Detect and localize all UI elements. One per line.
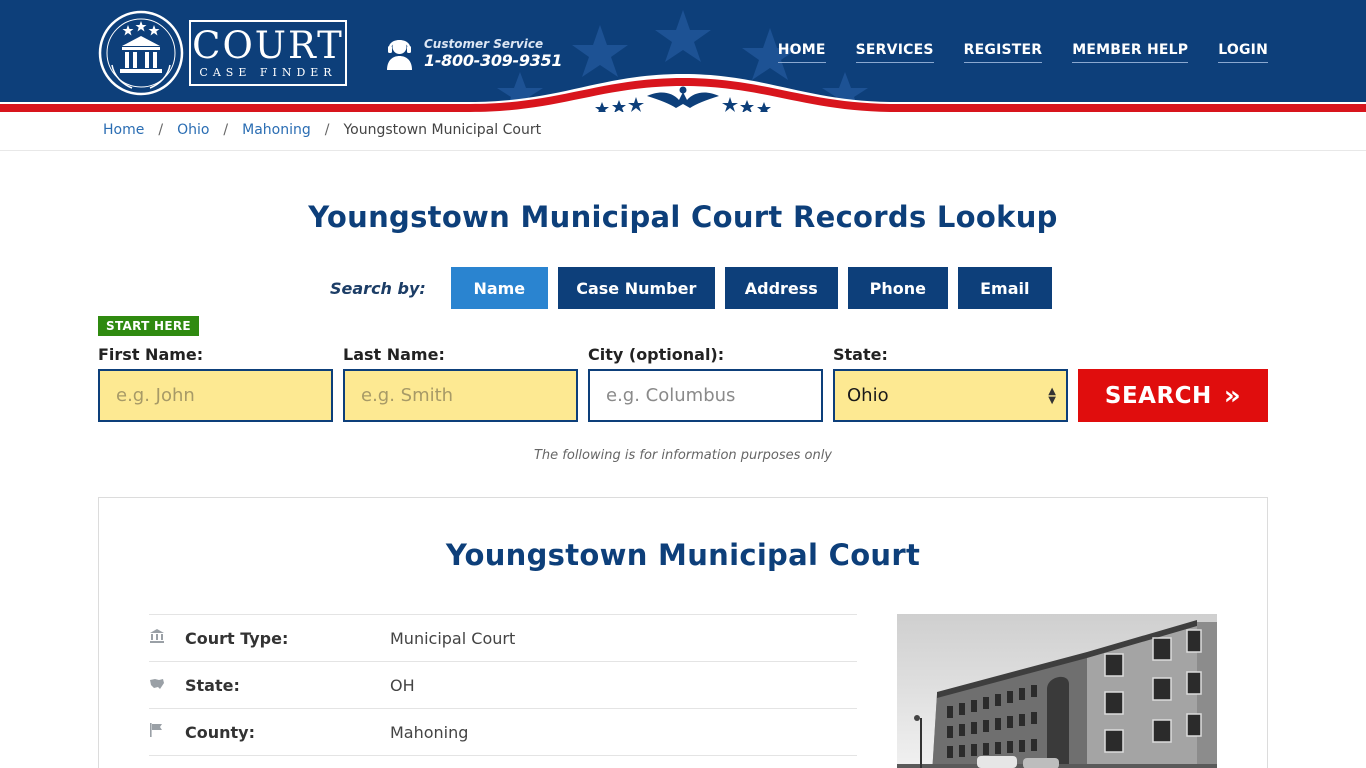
tab-address[interactable]: Address <box>724 267 838 309</box>
county-value: Mahoning <box>390 722 469 742</box>
details-bottom-divider <box>149 755 857 756</box>
logo-wordmark: COURT CASE FINDER <box>189 20 347 86</box>
logo-word: COURT <box>192 23 344 67</box>
state-label: State: <box>833 345 888 364</box>
courthouse-seal-icon <box>98 10 184 96</box>
breadcrumb-current: Youngstown Municipal Court <box>343 122 542 138</box>
information-note: The following is for information purpose… <box>533 448 833 463</box>
state-key: State: <box>185 675 240 695</box>
city-input[interactable]: e.g. Columbus <box>588 369 823 422</box>
tab-phone[interactable]: Phone <box>847 267 948 309</box>
breadcrumb-separator: / <box>158 122 164 138</box>
last-name-placeholder: e.g. Smith <box>361 385 454 406</box>
tab-case-number[interactable]: Case Number <box>557 267 715 309</box>
nav-home[interactable]: HOME <box>777 42 826 63</box>
last-name-input[interactable]: e.g. Smith <box>343 369 578 422</box>
county-key: County: <box>185 722 255 742</box>
breadcrumb-home[interactable]: Home <box>103 122 144 138</box>
state-selected-value: Ohio <box>847 385 889 406</box>
courthouse-icon <box>149 628 185 648</box>
state-value: OH <box>390 675 415 695</box>
court-title: Youngstown Municipal Court <box>445 538 921 572</box>
breadcrumb-separator: / <box>324 122 330 138</box>
breadcrumb-divider <box>0 150 1366 151</box>
search-by-tabs: Search by: Name Case Number Address Phon… <box>330 267 1062 309</box>
search-by-label: Search by: <box>330 278 426 298</box>
court-info-card: Youngstown Municipal Court Court Type: M… <box>98 497 1268 768</box>
us-map-icon <box>149 676 185 695</box>
logo-subtitle: CASE FINDER <box>199 65 337 79</box>
court-type-row: Court Type: Municipal Court <box>149 614 857 661</box>
first-name-label: First Name: <box>98 345 204 364</box>
courthouse-photo <box>897 614 1217 768</box>
court-type-value: Municipal Court <box>390 628 516 648</box>
headset-icon <box>387 40 412 70</box>
breadcrumb: Home / Ohio / Mahoning / Youngstown Muni… <box>103 122 541 138</box>
state-row: State: OH <box>149 661 857 708</box>
breadcrumb-mahoning[interactable]: Mahoning <box>242 122 311 138</box>
double-chevron-right-icon: » <box>1223 380 1242 411</box>
county-row: County: Mahoning <box>149 708 857 755</box>
flag-icon <box>149 722 185 742</box>
first-name-placeholder: e.g. John <box>116 385 195 406</box>
start-here-badge: START HERE <box>98 316 199 336</box>
customer-service-phone[interactable]: 1-800-309-9351 <box>424 51 562 70</box>
tab-email[interactable]: Email <box>957 267 1052 309</box>
select-arrows-icon: ▲ ▼ <box>1048 385 1056 406</box>
customer-service[interactable]: Customer Service 1-800-309-9351 <box>386 36 562 70</box>
city-placeholder: e.g. Columbus <box>606 385 736 406</box>
breadcrumb-ohio[interactable]: Ohio <box>177 122 209 138</box>
nav-login[interactable]: LOGIN <box>1218 42 1268 63</box>
city-label: City (optional): <box>588 345 725 364</box>
court-details: Court Type: Municipal Court State: OH Co… <box>149 614 857 756</box>
state-select[interactable]: Ohio ▲ ▼ <box>833 369 1068 422</box>
search-button[interactable]: SEARCH » <box>1078 369 1268 422</box>
main-nav: HOME SERVICES REGISTER MEMBER HELP LOGIN <box>777 42 1268 63</box>
search-button-label: SEARCH <box>1104 382 1212 409</box>
page-title: Youngstown Municipal Court Records Looku… <box>308 200 1058 234</box>
nav-member-help[interactable]: MEMBER HELP <box>1072 42 1189 63</box>
breadcrumb-separator: / <box>223 122 229 138</box>
customer-service-label: Customer Service <box>424 36 544 51</box>
nav-services[interactable]: SERVICES <box>855 42 934 63</box>
nav-register[interactable]: REGISTER <box>963 42 1043 63</box>
last-name-label: Last Name: <box>343 345 445 364</box>
site-logo[interactable]: COURT CASE FINDER <box>98 10 347 96</box>
court-type-key: Court Type: <box>185 628 289 648</box>
first-name-input[interactable]: e.g. John <box>98 369 333 422</box>
site-header: COURT CASE FINDER Customer Service 1-800… <box>0 0 1366 112</box>
tab-name[interactable]: Name <box>450 267 548 309</box>
